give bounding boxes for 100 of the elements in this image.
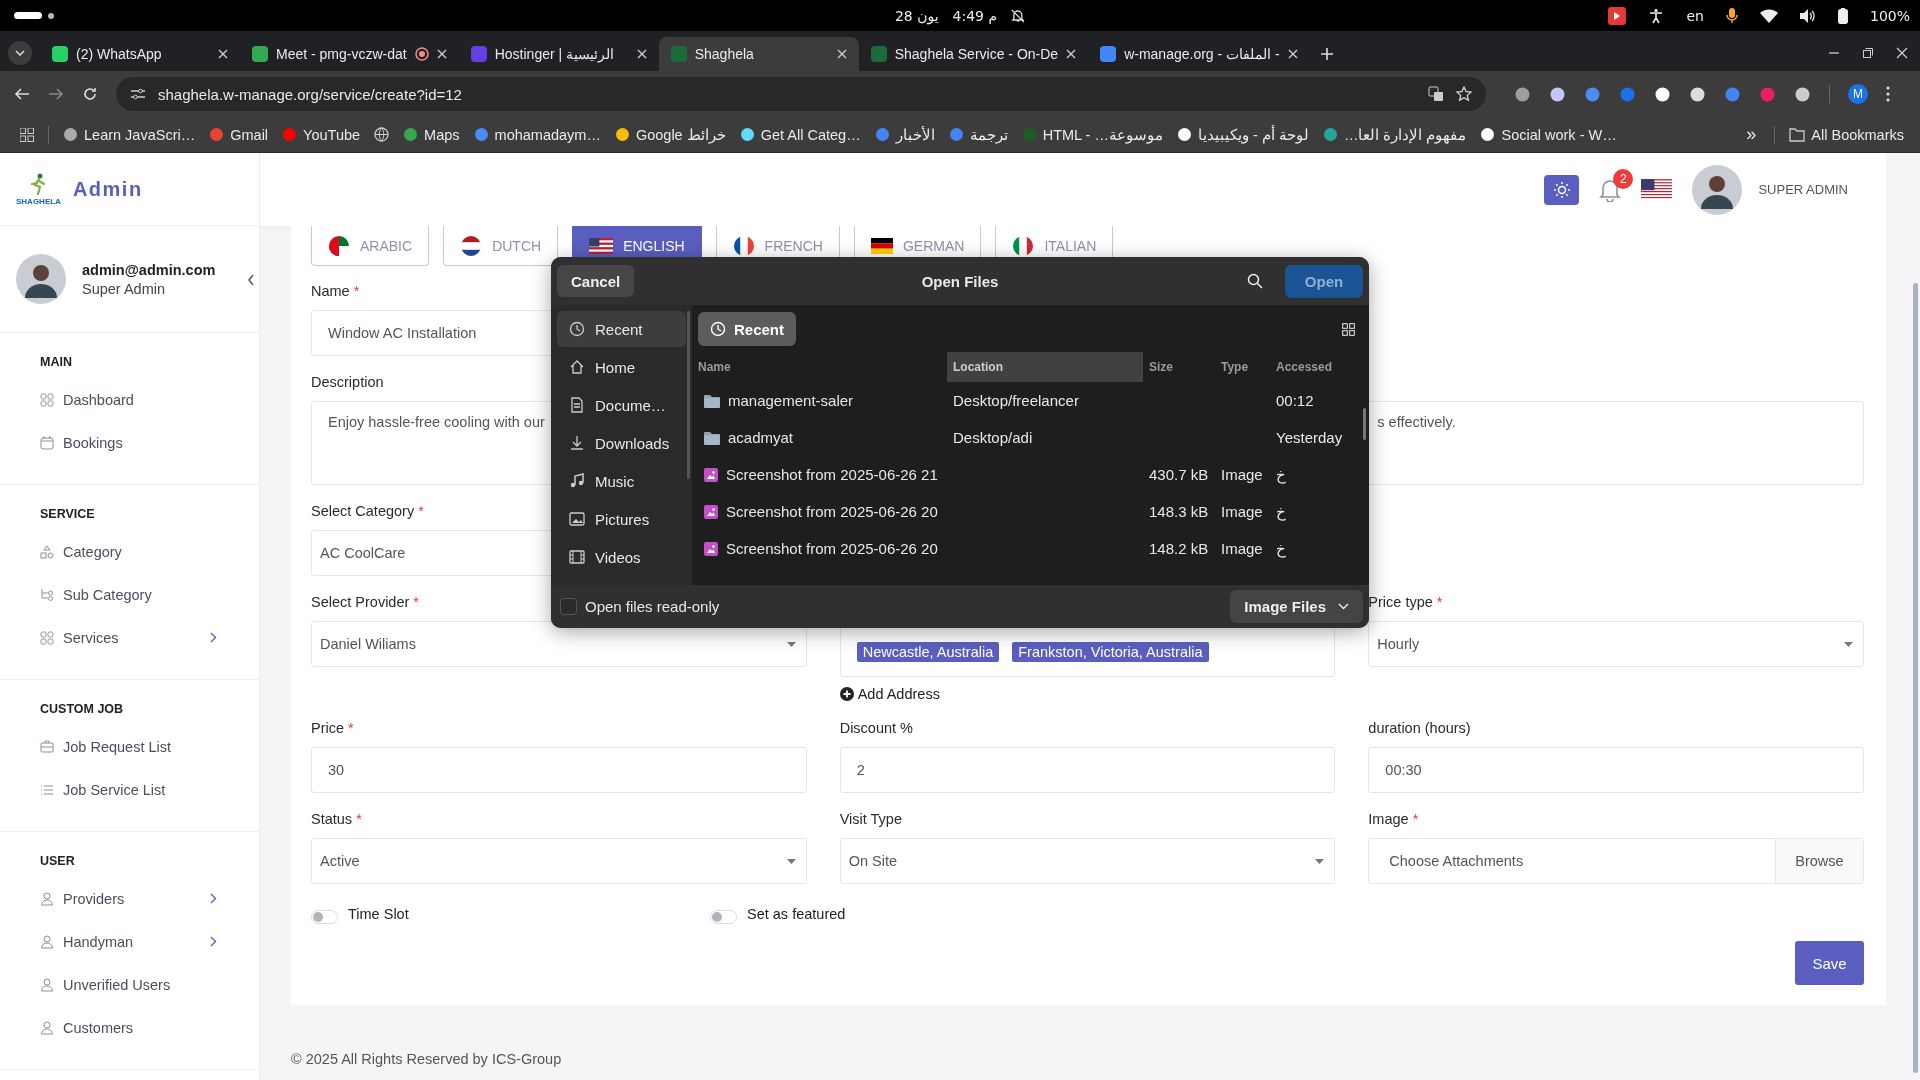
sidebar-item[interactable]: Job Request List	[0, 725, 259, 768]
back-icon[interactable]	[14, 86, 30, 102]
address-tag[interactable]: Frankston, Victoria, Australia	[1012, 642, 1209, 662]
address-tag[interactable]: Newcastle, Australia	[856, 642, 1000, 662]
all-bookmarks-link[interactable]: All Bookmarks	[1789, 126, 1904, 143]
microphone-icon[interactable]	[1725, 7, 1738, 24]
browser-tab[interactable]: (2) WhatsApp	[40, 37, 240, 71]
bookmark-link[interactable]: Get All Categ…	[739, 126, 861, 143]
more-bookmarks-button[interactable]: »	[1742, 124, 1761, 145]
toggle-switch[interactable]	[311, 910, 338, 924]
app-indicator-icon[interactable]	[1608, 6, 1627, 25]
price-type-select[interactable]: Hourly	[1368, 621, 1864, 667]
place-item[interactable]: Music	[557, 463, 686, 499]
column-header[interactable]: Accessed	[1270, 352, 1369, 382]
cancel-button[interactable]: Cancel	[557, 265, 635, 297]
place-item[interactable]: Docume…	[557, 387, 686, 423]
file-row[interactable]: management-saler Desktop/freelancer 00:12	[692, 382, 1369, 419]
bookmark-link[interactable]: Gmail	[209, 126, 269, 143]
workspace-indicator[interactable]	[14, 12, 42, 19]
extension-icon[interactable]	[1794, 85, 1811, 103]
sidebar-item[interactable]: Customers	[0, 1006, 259, 1049]
column-header[interactable]: Type	[1215, 352, 1270, 382]
place-item[interactable]: Downloads	[557, 425, 686, 461]
accessibility-icon[interactable]	[1648, 7, 1665, 24]
forward-icon[interactable]	[48, 86, 64, 102]
place-item[interactable]: Recent	[557, 311, 686, 347]
bookmark-link[interactable]: لوحة أم - ويكيبيديا	[1177, 126, 1309, 143]
sidebar-item[interactable]: Sub Category	[0, 573, 259, 616]
sidebar-item[interactable]: Dashboard	[0, 378, 259, 421]
read-only-checkbox[interactable]	[560, 598, 577, 615]
duration-field[interactable]: 00:30	[1368, 747, 1864, 793]
bookmark-link[interactable]: Learn JavaScri…	[63, 126, 196, 143]
sidebar-item[interactable]: Bookings	[0, 421, 259, 464]
place-item[interactable]: Pictures	[557, 501, 686, 537]
bookmark-link[interactable]: Maps	[403, 126, 460, 143]
bookmark-link[interactable]: Social work - W…	[1480, 126, 1617, 143]
sidebar-item[interactable]: Providers	[0, 877, 259, 920]
close-icon[interactable]	[836, 49, 847, 59]
new-tab-icon[interactable]	[1319, 47, 1334, 61]
globe-icon[interactable]	[374, 127, 390, 142]
bookmark-link[interactable]: mohamadaym…	[473, 126, 601, 143]
bookmark-link[interactable]: Google خرائط	[614, 126, 726, 143]
sidebar-item[interactable]: Category	[0, 530, 259, 573]
sidebar-item[interactable]: Unverified Users	[0, 963, 259, 1006]
place-item[interactable]: Videos	[557, 539, 686, 575]
search-icon[interactable]	[1247, 273, 1263, 289]
close-icon[interactable]	[1066, 49, 1077, 59]
avatar[interactable]	[1692, 164, 1743, 215]
extension-icon[interactable]	[1549, 85, 1566, 103]
reload-icon[interactable]	[82, 86, 98, 102]
bookmark-link[interactable]: الأخبار	[874, 126, 935, 143]
clock-time[interactable]: 4:49 م	[952, 7, 998, 24]
bookmark-link[interactable]: ترجمة	[948, 126, 1008, 143]
collapse-icon[interactable]	[247, 274, 255, 286]
bookmark-link[interactable]: …مفهوم الإدارة العا	[1322, 126, 1467, 143]
bookmark-link[interactable]: HTML - …موسوعة	[1021, 126, 1163, 143]
visit-type-select[interactable]: On Site	[839, 838, 1336, 884]
translate-icon[interactable]	[1428, 86, 1444, 102]
clock-date[interactable]: 28 يون	[894, 7, 939, 24]
toggle-switch[interactable]	[710, 910, 737, 924]
menu-icon[interactable]	[1886, 86, 1890, 102]
star-icon[interactable]	[1456, 86, 1472, 102]
wifi-icon[interactable]	[1759, 8, 1778, 23]
keyboard-layout[interactable]: en	[1686, 7, 1704, 24]
discount-field[interactable]: 2	[839, 747, 1336, 793]
close-icon[interactable]	[636, 49, 647, 59]
sidebar-item[interactable]: Services	[0, 616, 259, 659]
battery-level[interactable]: 100%	[1869, 7, 1910, 24]
apps-icon[interactable]	[20, 127, 34, 142]
file-type-dropdown[interactable]: Image Files	[1230, 590, 1363, 623]
bookmark-link[interactable]: YouTube	[282, 126, 361, 143]
browser-tab[interactable]: Shaghela	[658, 37, 859, 71]
browser-tab[interactable]: Meet - pmg-vczw-dat	[240, 37, 459, 71]
column-header[interactable]: Location	[947, 352, 1143, 382]
battery-icon[interactable]	[1837, 7, 1848, 24]
browser-tab[interactable]: Shaghela Service - On-De	[858, 37, 1089, 71]
address-field[interactable]: shaghela.w-manage.org/service/create?id=12	[116, 77, 1486, 111]
extension-icon[interactable]	[1654, 85, 1671, 103]
scrollbar[interactable]	[1913, 283, 1918, 1073]
speaker-icon[interactable]	[1799, 8, 1816, 23]
bell-icon[interactable]	[1599, 177, 1622, 202]
bell-off-icon[interactable]	[1011, 8, 1026, 23]
status-select[interactable]: Active	[311, 838, 807, 884]
close-icon[interactable]	[1896, 47, 1908, 59]
tab-search-button[interactable]	[8, 41, 32, 65]
file-row[interactable]: acadmyat Desktop/adi Yesterday	[692, 419, 1369, 456]
site-info-icon[interactable]	[130, 87, 146, 101]
close-icon[interactable]	[1287, 49, 1298, 59]
grid-view-icon[interactable]	[1342, 322, 1355, 336]
column-header[interactable]: Size	[1143, 352, 1215, 382]
browser-tab[interactable]: w-manage.org - الملفات -	[1088, 37, 1310, 71]
add-address-link[interactable]: Add Address	[839, 686, 940, 702]
profile-button[interactable]: M	[1848, 84, 1868, 104]
extension-icon[interactable]	[1689, 85, 1706, 103]
price-field[interactable]: 30	[311, 747, 807, 793]
location-button[interactable]: Recent	[698, 312, 797, 346]
close-icon[interactable]	[218, 49, 228, 59]
save-button[interactable]: Save	[1795, 941, 1864, 985]
theme-toggle-button[interactable]	[1544, 174, 1580, 205]
restore-icon[interactable]	[1862, 47, 1874, 59]
